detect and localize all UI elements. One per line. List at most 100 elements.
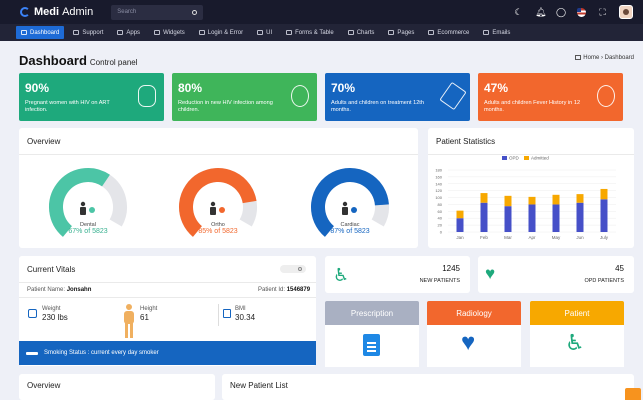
patient-name-row: Patient Name: Jonsahn: [27, 287, 91, 293]
search-icon[interactable]: [192, 9, 198, 15]
weight-scale-icon: [28, 309, 37, 318]
dashboard-icon: [21, 30, 27, 35]
patient-button[interactable]: Patient: [530, 301, 624, 325]
stat-description: Pregnant women with HIV on ART infection…: [25, 100, 110, 113]
stat-card-art: 90% Pregnant women with HIV on ART infec…: [19, 73, 164, 121]
opd-patients-count: 45: [615, 264, 624, 273]
home-icon[interactable]: [575, 55, 582, 60]
height-label: Height: [140, 306, 158, 312]
main-nav: Dashboard Support Apps Widgets Login & E…: [0, 24, 643, 41]
prescription-panel[interactable]: [325, 325, 419, 367]
nav-dashboard[interactable]: Dashboard: [16, 26, 65, 39]
user-avatar[interactable]: [619, 5, 633, 19]
new-patients-card[interactable]: ♿︎ 1245 NEW PATIENTS: [325, 256, 470, 293]
breadcrumb-separator: ›: [600, 55, 603, 61]
language-flag-icon[interactable]: [577, 7, 586, 17]
patient-id-row: Patient Id: 1546879: [258, 287, 310, 293]
breadcrumb-home[interactable]: Home: [583, 55, 599, 61]
breadcrumb-current: Dashboard: [604, 55, 634, 61]
stat-description: Adults and children Fever History in 12 …: [484, 100, 581, 113]
divider: [218, 304, 219, 326]
radiology-button[interactable]: Radiology: [427, 301, 521, 325]
lock-icon: [198, 30, 205, 35]
apps-icon: [117, 30, 124, 35]
nav-support[interactable]: Support: [68, 26, 108, 39]
fever-patient-icon: [597, 85, 615, 107]
current-vitals-title: Current Vitals: [27, 265, 76, 274]
search-icon[interactable]: [298, 267, 302, 271]
gauge-value-cardiac: 87% of 5823: [330, 228, 370, 235]
card-divider: [428, 154, 634, 155]
stat-card-fever: 47% Adults and children Fever History in…: [478, 73, 623, 121]
divider: [19, 297, 316, 298]
bmi-value: 30.34: [235, 313, 256, 322]
scroll-to-top-button[interactable]: [625, 388, 641, 400]
nav-widgets[interactable]: Widgets: [149, 26, 190, 39]
app-logo[interactable]: Medi Admin: [20, 6, 93, 18]
bmi-icon: [223, 309, 231, 318]
new-patients-label: NEW PATIENTS: [419, 278, 460, 284]
nav-apps[interactable]: Apps: [112, 26, 145, 39]
stat-card-hiv-children: 80% Reduction in new HIV infection among…: [172, 73, 317, 121]
height-value: 61: [140, 313, 149, 322]
bmi-label: BMI: [235, 306, 246, 312]
forms-icon: [286, 30, 293, 35]
dark-mode-icon[interactable]: ☾: [514, 7, 523, 17]
logo-icon: [20, 7, 30, 17]
search-placeholder: Search: [117, 9, 137, 15]
patient-id-label: Patient Id:: [258, 287, 286, 293]
card-divider: [19, 154, 418, 155]
nav-emails[interactable]: Emails: [478, 26, 515, 39]
chat-icon[interactable]: ◯: [556, 7, 566, 17]
weight-label: Weight: [42, 306, 61, 312]
page-subtitle: Control panel: [89, 58, 138, 67]
notification-bell-icon[interactable]: 🔔︎: [535, 7, 546, 17]
gauge-value-dental: 67% of 5823: [68, 228, 108, 235]
opd-patients-card[interactable]: ♥ 45 OPD PATIENTS: [478, 256, 634, 293]
wheelchair-icon: ♿︎: [565, 330, 585, 355]
gauge-value-ortho: 85% of 5823: [198, 228, 238, 235]
radiology-panel[interactable]: ♥: [427, 325, 521, 367]
top-bar: Medi Admin Search ☾ 🔔︎ ◯ ⛶: [0, 0, 643, 24]
stat-description: Adults and children on treatment 12th mo…: [331, 100, 424, 113]
patient-id: 1546879: [286, 287, 311, 293]
smoking-status-text: Smoking Status : current every day smoke…: [44, 350, 159, 356]
patient-statistics-card: Patient Statistics: [428, 128, 634, 248]
new-patient-list-card: New Patient List: [222, 374, 634, 400]
patient-name-label: Patient Name:: [27, 287, 66, 293]
bottom-overview-card: Overview: [19, 374, 215, 400]
stat-card-treatment: 70% Adults and children on treatment 12t…: [325, 73, 470, 121]
nav-pages[interactable]: Pages: [383, 26, 419, 39]
fullscreen-icon[interactable]: ⛶: [598, 7, 607, 17]
stat-description: Reduction in new HIV infection among chi…: [178, 100, 273, 113]
weight-value: 230 lbs: [42, 313, 68, 322]
heart-pulse-icon: ♥: [461, 329, 476, 356]
search-input[interactable]: Search: [111, 4, 204, 20]
human-body-icon: [121, 304, 137, 338]
patient-statistics-title: Patient Statistics: [436, 137, 496, 146]
prescription-button[interactable]: Prescription: [325, 301, 419, 325]
nav-forms-table[interactable]: Forms & Table: [281, 26, 339, 39]
nav-charts[interactable]: Charts: [343, 26, 380, 39]
document-icon: [363, 334, 380, 356]
charts-icon: [347, 30, 354, 35]
baby-icon: [291, 85, 309, 107]
patient-name: Jonsahn: [66, 287, 92, 293]
cart-icon: [428, 30, 435, 35]
nav-ui[interactable]: UI: [252, 26, 277, 39]
support-icon: [73, 30, 80, 35]
nav-login-error[interactable]: Login & Error: [194, 26, 248, 39]
pregnant-woman-icon: [138, 85, 156, 107]
patient-panel[interactable]: ♿︎: [530, 325, 624, 367]
new-patients-count: 1245: [442, 264, 460, 273]
smoking-status-bar: Smoking Status : current every day smoke…: [19, 341, 316, 365]
vitals-search-input[interactable]: [280, 265, 306, 273]
breadcrumb: Home › Dashboard: [575, 55, 634, 61]
widgets-icon: [154, 30, 161, 35]
card-divider: [19, 282, 316, 283]
mail-icon: [483, 30, 490, 35]
page-title: Dashboard: [19, 53, 87, 68]
heartbeat-icon: ♥: [485, 264, 496, 283]
new-patient-list-title: New Patient List: [230, 381, 288, 390]
nav-ecommerce[interactable]: Ecommerce: [423, 26, 474, 39]
